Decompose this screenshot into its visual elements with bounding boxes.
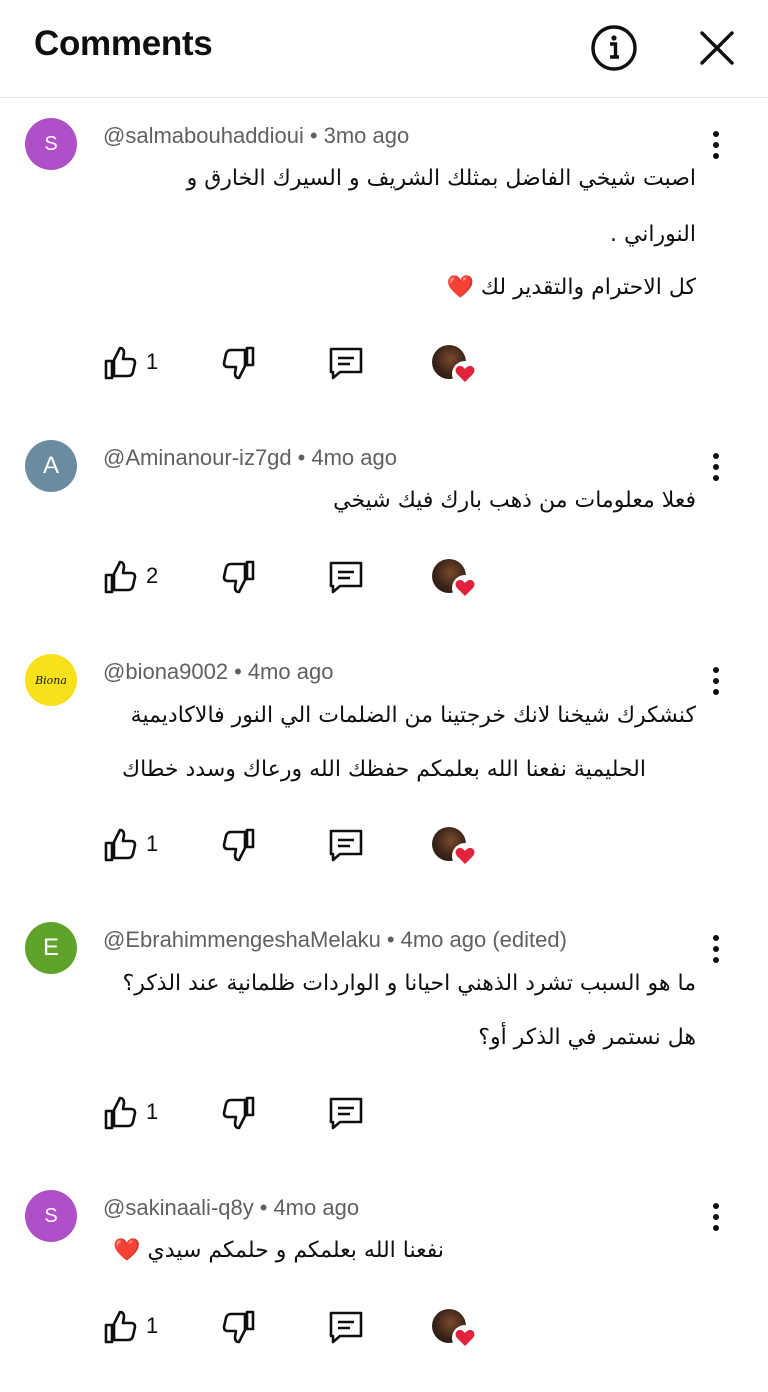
- dislike-icon[interactable]: [221, 1309, 257, 1345]
- like-count: 1: [146, 1313, 159, 1338]
- comment-actions: 1: [0, 1095, 768, 1135]
- comment-time: 4mo ago (edited): [400, 927, 567, 952]
- reply-icon[interactable]: [328, 345, 364, 381]
- info-icon[interactable]: [589, 23, 639, 73]
- comment-text-line: نفعنا الله بعلمكم و حلمكم سيدي ❤️: [113, 1238, 444, 1263]
- comment-time: 3mo ago: [323, 123, 410, 148]
- like-count: 1: [146, 1099, 159, 1124]
- comment-author[interactable]: @Aminanour-iz7gd: [103, 445, 292, 470]
- like-icon[interactable]: [102, 345, 138, 381]
- heart-icon: [455, 1329, 475, 1346]
- like-count: 1: [146, 349, 159, 374]
- comment-meta: @Aminanour-iz7gd • 4mo ago: [103, 445, 397, 470]
- like-count: 1: [146, 831, 159, 856]
- comment-meta: @sakinaali-q8y • 4mo ago: [103, 1195, 360, 1220]
- avatar[interactable]: S: [25, 1190, 77, 1242]
- comment-actions: 1: [0, 1309, 768, 1351]
- heart-icon: [455, 365, 475, 382]
- comment-author[interactable]: @EbrahimmengeshaMelaku: [103, 927, 381, 952]
- avatar[interactable]: Biona: [25, 654, 77, 706]
- heart-icon: [455, 579, 475, 596]
- comment-text-line: الحليمية نفعنا الله بعلمكم حفظك الله ورع…: [122, 757, 646, 782]
- more-options-icon[interactable]: [706, 130, 726, 160]
- creator-heart-badge: [432, 1309, 478, 1351]
- more-options-icon[interactable]: [706, 934, 726, 964]
- dislike-icon[interactable]: [221, 559, 257, 595]
- comment-meta: @salmabouhaddioui • 3mo ago: [103, 123, 410, 148]
- more-options-icon[interactable]: [706, 666, 726, 696]
- comment-meta: @biona9002 • 4mo ago: [103, 659, 334, 684]
- comments-header: Comments: [0, 0, 768, 98]
- page-title: Comments: [34, 24, 213, 63]
- like-icon[interactable]: [102, 559, 138, 595]
- creator-heart-badge: [432, 827, 478, 869]
- creator-heart-badge: [432, 559, 478, 601]
- reply-icon[interactable]: [328, 559, 364, 595]
- comment-text-line: ما هو السبب تشرد الذهني احيانا و الواردا…: [122, 971, 696, 996]
- comment-author[interactable]: @salmabouhaddioui: [103, 123, 304, 148]
- comment-actions: 1: [0, 345, 768, 387]
- comment-actions: 1: [0, 827, 768, 869]
- reply-icon[interactable]: [328, 827, 364, 863]
- comment-text-line: كل الاحترام والتقدير لك ❤️: [446, 275, 696, 300]
- creator-heart-badge: [432, 345, 478, 387]
- comment-meta: @EbrahimmengeshaMelaku • 4mo ago (edited): [103, 927, 567, 952]
- comment-text-line: كنشكرك شيخنا لانك خرجتينا من الضلمات الي…: [130, 703, 696, 728]
- avatar-logo-text: Biona: [35, 673, 67, 687]
- more-options-icon[interactable]: [706, 452, 726, 482]
- comment-author[interactable]: @sakinaali-q8y: [103, 1195, 254, 1220]
- avatar[interactable]: S: [25, 118, 77, 170]
- comment-time: 4mo ago: [247, 659, 334, 684]
- more-options-icon[interactable]: [706, 1202, 726, 1232]
- comment-text-line: اصبت شيخي الفاضل بمثلك الشريف و السيرك ا…: [186, 166, 696, 191]
- like-count: 2: [146, 563, 159, 588]
- comment-time: 4mo ago: [273, 1195, 360, 1220]
- like-icon[interactable]: [102, 1095, 138, 1131]
- reply-icon[interactable]: [328, 1095, 364, 1131]
- close-icon[interactable]: [696, 27, 738, 69]
- comment-text-line: النوراني .: [609, 222, 696, 247]
- reply-icon[interactable]: [328, 1309, 364, 1345]
- comment-text-line: فعلا معلومات من ذهب بارك فيك شيخي: [333, 488, 696, 513]
- dislike-icon[interactable]: [221, 345, 257, 381]
- comment-time: 4mo ago: [311, 445, 397, 470]
- dislike-icon[interactable]: [221, 827, 257, 863]
- comment-author[interactable]: @biona9002: [103, 659, 228, 684]
- heart-icon: [455, 847, 475, 864]
- comment-actions: 2: [0, 559, 768, 601]
- comment-text-line: هل نستمر في الذكر أو؟: [478, 1025, 696, 1050]
- dislike-icon[interactable]: [221, 1095, 257, 1131]
- avatar[interactable]: E: [25, 922, 77, 974]
- avatar[interactable]: A: [25, 440, 77, 492]
- like-icon[interactable]: [102, 1309, 138, 1345]
- like-icon[interactable]: [102, 827, 138, 863]
